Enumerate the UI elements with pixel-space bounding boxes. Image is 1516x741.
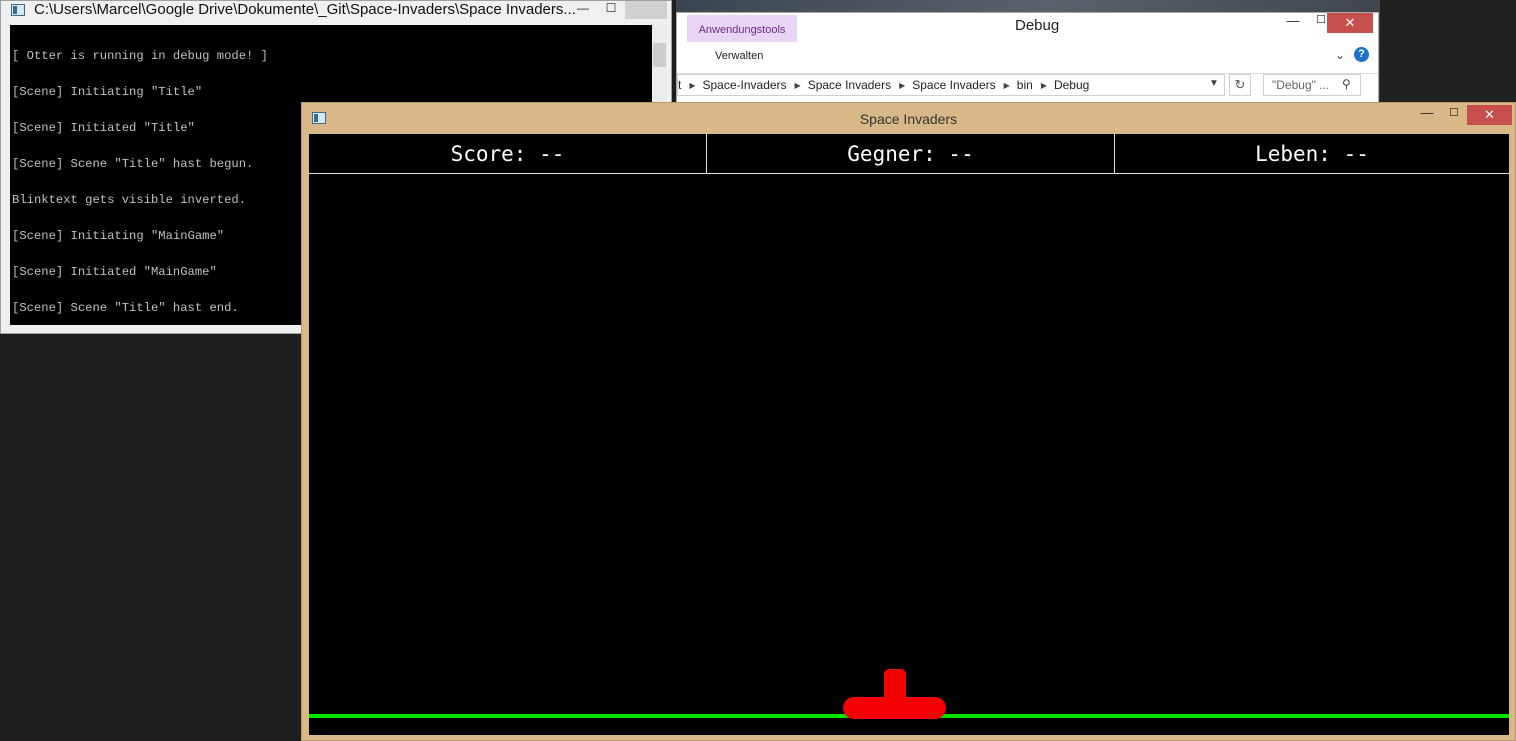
hud-score: Score: --: [450, 141, 565, 166]
explorer-window: Anwendungstools Debug — ☐ ✕ Verwalten ⌄ …: [676, 12, 1379, 104]
chevron-right-icon[interactable]: ▶: [795, 81, 801, 90]
player-ship: [843, 697, 946, 719]
search-input[interactable]: "Debug" ... ⚲: [1263, 74, 1361, 96]
refresh-icon[interactable]: ↻: [1229, 74, 1251, 96]
chevron-right-icon[interactable]: ▶: [1004, 81, 1010, 90]
search-placeholder: "Debug" ...: [1272, 78, 1330, 92]
breadcrumb-item[interactable]: bin: [1017, 78, 1033, 92]
address-bar[interactable]: t ▶ Space-Invaders ▶ Space Invaders ▶ Space In…: [677, 74, 1225, 96]
game-titlebar[interactable]: Space Invaders — ☐ ✕: [302, 103, 1515, 133]
console-titlebar[interactable]: C:\Users\Marcel\Google Drive\Dokumente\_…: [1, 1, 671, 21]
console-line: [ Otter is running in debug mode! ]: [12, 49, 268, 63]
console-line: [Scene] Initiating "Title": [12, 85, 203, 99]
hud-lives: Leben: --: [1114, 134, 1509, 173]
help-icon[interactable]: ?: [1354, 47, 1369, 62]
ribbon: Verwalten ⌄ ?: [677, 43, 1378, 74]
chevron-right-icon[interactable]: ▶: [1041, 81, 1047, 90]
game-window: Space Invaders — ☐ ✕ Score: -- Gegner: -…: [301, 102, 1516, 741]
tab-verwalten[interactable]: Verwalten: [715, 50, 763, 62]
chevron-right-icon[interactable]: ▶: [689, 81, 695, 90]
console-app-icon[interactable]: [11, 4, 25, 16]
player-ship-cannon: [884, 669, 906, 699]
game-minimize-button[interactable]: —: [1418, 105, 1436, 120]
game-title: Space Invaders: [859, 111, 958, 127]
breadcrumb: t ▶ Space-Invaders ▶ Space Invaders ▶ Space In…: [678, 78, 1089, 92]
console-close-button[interactable]: [625, 1, 667, 19]
hud-bar: Score: -- Gegner: -- Leben: --: [309, 134, 1509, 174]
explorer-close-button[interactable]: ✕: [1327, 13, 1373, 33]
console-minimize-button[interactable]: —: [569, 1, 597, 19]
breadcrumb-item[interactable]: Space Invaders: [912, 78, 995, 92]
hud-enemies: Gegner: --: [706, 134, 1114, 173]
ribbon-expand-chevron-icon[interactable]: ⌄: [1335, 48, 1345, 62]
breadcrumb-item[interactable]: Space Invaders: [808, 78, 891, 92]
breadcrumb-item[interactable]: t: [678, 78, 681, 92]
breadcrumb-item[interactable]: Debug: [1054, 78, 1089, 92]
chevron-right-icon[interactable]: ▶: [899, 81, 905, 90]
game-maximize-button[interactable]: ☐: [1445, 106, 1463, 119]
console-scrollbar-thumb[interactable]: [653, 43, 666, 67]
tab-anwendungstools[interactable]: Anwendungstools: [687, 15, 797, 42]
explorer-title: Debug: [1015, 17, 1060, 34]
game-close-button[interactable]: ✕: [1467, 105, 1512, 125]
game-canvas[interactable]: Score: -- Gegner: -- Leben: --: [309, 134, 1509, 735]
explorer-minimize-button[interactable]: —: [1281, 13, 1305, 33]
address-dropdown-icon[interactable]: ▼: [1209, 78, 1219, 89]
breadcrumb-item[interactable]: Space-Invaders: [703, 78, 787, 92]
console-maximize-button[interactable]: ☐: [597, 1, 625, 19]
console-title: C:\Users\Marcel\Google Drive\Dokumente\_…: [34, 1, 576, 18]
search-icon[interactable]: ⚲: [1342, 77, 1351, 91]
